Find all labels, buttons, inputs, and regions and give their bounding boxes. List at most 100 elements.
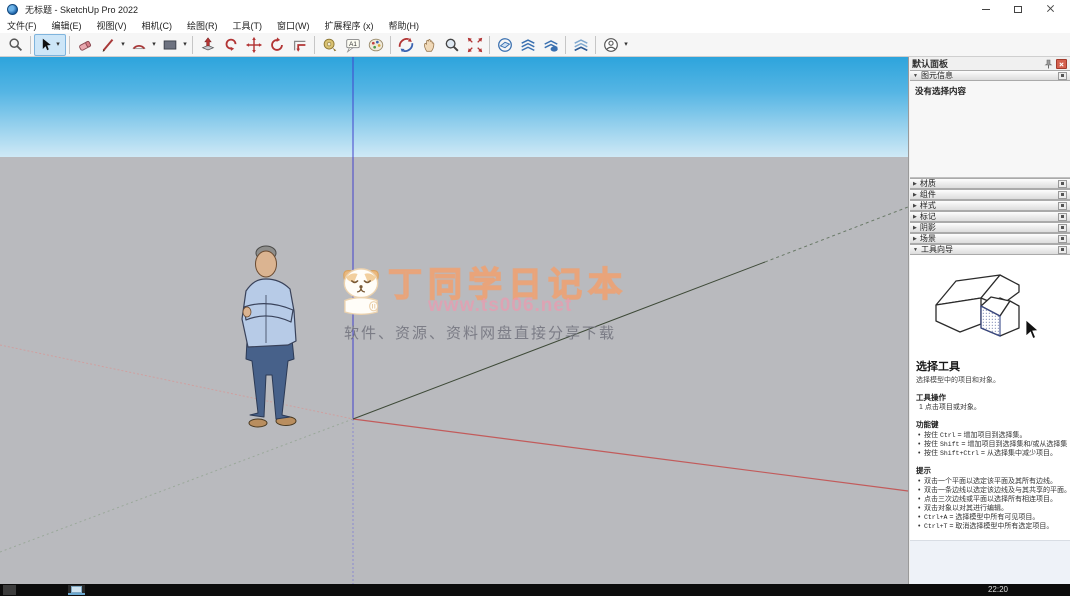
section-label: 标记 (920, 211, 936, 222)
zoom-extents-icon (466, 36, 484, 54)
section-label: 阴影 (920, 222, 936, 233)
account-button[interactable] (599, 34, 622, 56)
arc-tool-button[interactable] (127, 34, 150, 56)
paint-bucket-tool-button[interactable] (364, 34, 387, 56)
section-detach-button[interactable] (1058, 213, 1067, 221)
menu-draw[interactable]: 绘图(R) (187, 19, 218, 32)
section-display-button[interactable] (569, 34, 592, 56)
tips-list: 双击一个平面以选定该平面及其所有边线。 双击一条边线以选定该边线及与其共享的平面… (916, 477, 1070, 531)
section-label: 组件 (920, 189, 936, 200)
dropdown-caret-icon (54, 34, 62, 56)
section-entity-info[interactable]: 图元信息 (910, 70, 1070, 81)
push-pull-icon (199, 36, 217, 54)
eraser-tool-button[interactable] (73, 34, 96, 56)
menu-help[interactable]: 帮助(H) (389, 19, 420, 32)
red-axis-dotted (0, 345, 353, 419)
section-tags[interactable]: 标记 (910, 211, 1070, 222)
move-tool-button[interactable] (242, 34, 265, 56)
section-fill-button[interactable] (539, 34, 562, 56)
paint-bucket-icon (367, 36, 385, 54)
instructor-body: 选择工具 选择模型中的项目和对象。 工具操作 1 点击项目或对象。 功能键 按住… (910, 255, 1070, 540)
orbit-icon (397, 36, 415, 54)
section-detach-button[interactable] (1058, 191, 1067, 199)
modifier-keys-list: 按住 Ctrl = 增加项目到选择集。 按住 Shift = 增加项目到选择集和… (916, 431, 1070, 458)
rectangle-tool-button[interactable] (158, 34, 181, 56)
instructor-op-item: 1 点击项目或对象。 (916, 403, 1070, 412)
section-scenes[interactable]: 场景 (910, 233, 1070, 244)
rectangle-icon (161, 36, 179, 54)
menu-tools[interactable]: 工具(T) (233, 19, 263, 32)
tape-measure-tool-button[interactable] (318, 34, 341, 56)
push-pull-tool-button[interactable] (196, 34, 219, 56)
section-styles[interactable]: 样式 (910, 200, 1070, 211)
list-item: 按住 Shift+Ctrl = 从选择集中减少项目。 (916, 449, 1068, 458)
instructor-op-heading: 工具操作 (916, 392, 1070, 403)
instructor-illustration (922, 258, 1054, 355)
section-detach-button[interactable] (1058, 72, 1067, 80)
menu-file[interactable]: 文件(F) (7, 19, 37, 32)
section-cuts-button[interactable] (516, 34, 539, 56)
menu-camera[interactable]: 相机(C) (142, 19, 173, 32)
orbit-tool-button[interactable] (394, 34, 417, 56)
menu-bar: 文件(F) 编辑(E) 视图(V) 相机(C) 绘图(R) 工具(T) 窗口(W… (0, 18, 1070, 33)
taskbar-app-icon[interactable] (68, 585, 85, 595)
pan-tool-button[interactable] (417, 34, 440, 56)
pin-icon[interactable] (1044, 59, 1053, 69)
select-tool-button[interactable] (34, 34, 66, 56)
section-detach-button[interactable] (1058, 235, 1067, 243)
zoom-extents-tool-button[interactable] (463, 34, 486, 56)
section-label: 工具向导 (921, 244, 953, 255)
menu-edit[interactable]: 编辑(E) (52, 19, 82, 32)
menu-extensions[interactable]: 扩展程序 (x) (325, 19, 374, 32)
section-detach-button[interactable] (1058, 224, 1067, 232)
window-title: 无标题 - SketchUp Pro 2022 (25, 3, 138, 16)
search-icon (7, 36, 25, 54)
menu-view[interactable]: 视图(V) (97, 19, 127, 32)
follow-me-tool-button[interactable] (219, 34, 242, 56)
offset-tool-button[interactable] (288, 34, 311, 56)
panel-empty-area (910, 540, 1070, 584)
dropdown-caret-icon (150, 34, 158, 56)
panel-title: 默认面板 (912, 57, 948, 70)
list-item: Ctrl+A = 选择模型中所有可见项目。 (916, 513, 1068, 522)
model-viewport[interactable]: 丁同学日记本 www.ts006.net 软件、资源、资料网盘直接分享下载 (0, 57, 908, 584)
section-shadows[interactable]: 阴影 (910, 222, 1070, 233)
panel-close-button[interactable] (1056, 59, 1067, 69)
section-detach-button[interactable] (1058, 246, 1067, 254)
windows-taskbar: 22:20 (0, 584, 1070, 596)
section-instructor[interactable]: 工具向导 (910, 244, 1070, 255)
menu-window[interactable]: 窗口(W) (277, 19, 310, 32)
eraser-icon (76, 36, 94, 54)
instructor-keys-heading: 功能键 (916, 419, 1070, 430)
search-tool-button[interactable] (4, 34, 27, 56)
section-detach-button[interactable] (1058, 180, 1067, 188)
list-item: Ctrl+T = 取消选择模型中所有选定项目。 (916, 522, 1068, 531)
text-tool-button[interactable]: A1 (341, 34, 364, 56)
green-axis-line (353, 262, 765, 419)
list-item: 点击三次边线或平面以选择所有相连项目。 (916, 495, 1068, 504)
drawing-axes (0, 57, 908, 584)
sketchup-window: 无标题 - SketchUp Pro 2022 文件(F) 编辑(E) 视图(V… (0, 0, 1070, 596)
pan-hand-icon (420, 36, 438, 54)
section-label: 场景 (920, 233, 936, 244)
scene-graphics (0, 57, 908, 584)
rotate-tool-button[interactable] (265, 34, 288, 56)
section-detach-button[interactable] (1058, 202, 1067, 210)
section-components[interactable]: 组件 (910, 189, 1070, 200)
maximize-button[interactable] (1002, 0, 1034, 18)
start-button-icon[interactable] (3, 585, 16, 595)
zoom-tool-button[interactable] (440, 34, 463, 56)
list-item: 按住 Shift = 增加项目到选择集和/或从选择集 (916, 440, 1068, 449)
list-item: 按住 Ctrl = 增加项目到选择集。 (916, 431, 1068, 440)
red-axis-line (353, 419, 908, 491)
section-plane-tool-button[interactable] (493, 34, 516, 56)
follow-me-icon (222, 36, 240, 54)
green-axis-dotted (0, 419, 353, 552)
taskbar-clock[interactable]: 22:20 (988, 584, 1008, 595)
line-tool-button[interactable] (96, 34, 119, 56)
minimize-button[interactable] (970, 0, 1002, 18)
close-button[interactable] (1034, 0, 1066, 18)
section-materials[interactable]: 材质 (910, 178, 1070, 189)
list-item: 双击一个平面以选定该平面及其所有边线。 (916, 477, 1068, 486)
dropdown-caret-icon (622, 34, 630, 56)
